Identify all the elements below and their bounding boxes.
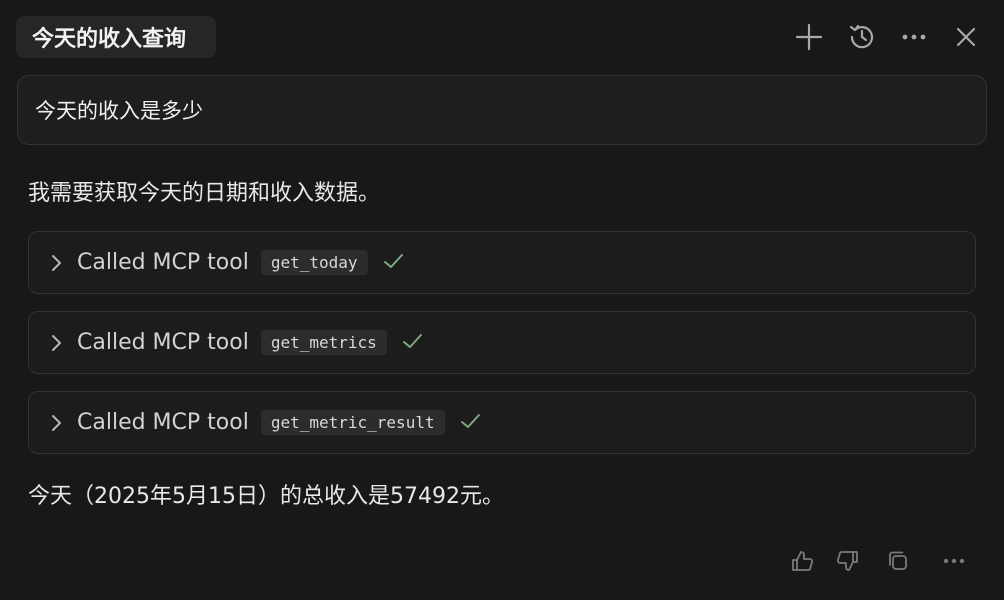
assistant-answer-text: 今天（2025年5月15日）的总收入是57492元。 — [28, 484, 504, 509]
more-actions-button[interactable] — [939, 546, 969, 576]
thumbs-down-button[interactable] — [833, 546, 863, 576]
thumbs-down-icon — [836, 551, 858, 571]
history-button[interactable] — [847, 22, 877, 52]
conversation-title: 今天的收入查询 — [32, 27, 187, 52]
chevron-right-icon — [45, 412, 67, 434]
chevron-right-icon — [45, 332, 67, 354]
user-message[interactable]: 今天的收入是多少 — [17, 75, 987, 145]
check-icon — [382, 250, 404, 276]
tool-name: get_today — [260, 250, 368, 275]
copy-button[interactable] — [883, 546, 913, 576]
check-icon — [401, 330, 423, 356]
assistant-intro-text: 我需要获取今天的日期和收入数据。 — [28, 181, 381, 206]
new-chat-button[interactable] — [794, 22, 824, 52]
chat-panel: 今天的收入查询 今天的收入是多少 我需要获取今天的日期和收入数据。 Called… — [0, 0, 1004, 600]
more-icon — [943, 558, 965, 564]
thumbs-up-icon — [792, 551, 814, 571]
tool-call-label: Called MCP tool — [77, 250, 249, 275]
more-options-button[interactable] — [899, 22, 929, 52]
history-icon — [849, 24, 874, 49]
user-message-text: 今天的收入是多少 — [35, 99, 203, 123]
tool-call-row[interactable]: Called MCP tool get_metrics — [28, 311, 976, 374]
tool-name: get_metrics — [260, 330, 387, 355]
plus-icon — [795, 23, 823, 51]
tool-call-row[interactable]: Called MCP tool get_today — [28, 231, 976, 294]
more-icon — [902, 34, 926, 40]
tool-call-row[interactable]: Called MCP tool get_metric_result — [28, 391, 976, 454]
tool-name: get_metric_result — [260, 410, 445, 435]
tool-call-label: Called MCP tool — [77, 330, 249, 355]
close-button[interactable] — [951, 22, 981, 52]
conversation-title-tab[interactable]: 今天的收入查询 — [16, 16, 216, 58]
header: 今天的收入查询 — [0, 0, 1004, 72]
copy-icon — [889, 551, 907, 570]
check-icon — [459, 410, 481, 436]
tool-call-label: Called MCP tool — [77, 410, 249, 435]
thumbs-up-button[interactable] — [787, 546, 817, 576]
chevron-right-icon — [45, 252, 67, 274]
close-icon — [956, 27, 976, 47]
